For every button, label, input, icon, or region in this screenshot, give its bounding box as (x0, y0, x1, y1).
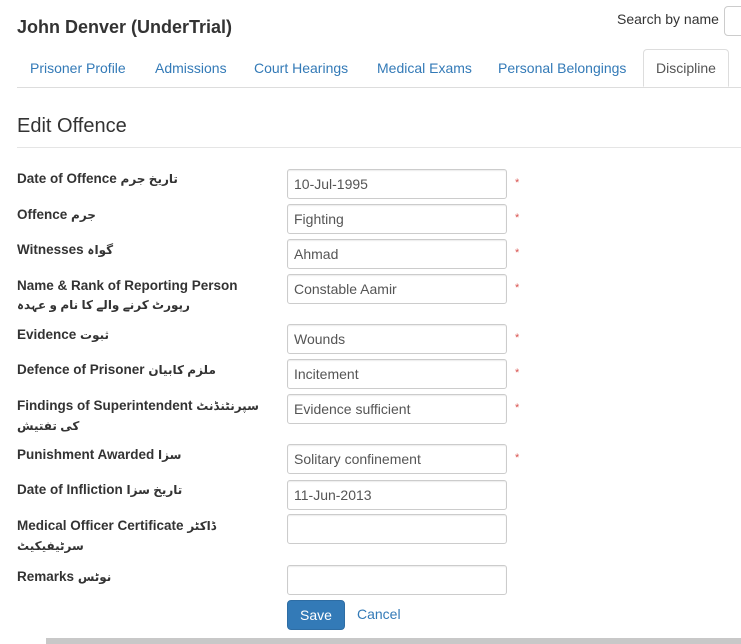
witnesses-field[interactable]: Ahmad (287, 239, 507, 269)
required-marker: * (515, 212, 520, 224)
search-label: Search by name (617, 11, 719, 27)
tab-prisoner-profile[interactable]: Prisoner Profile (17, 49, 139, 87)
label-defence-of-prisoner: Defence of Prisoner ملزم کابیان (17, 362, 216, 377)
label-punishment: Punishment Awarded سزا (17, 447, 182, 462)
label-date-of-offence: Date of Offence تاریخ جرم (17, 171, 178, 186)
label-witnesses: Witnesses گواہ (17, 242, 114, 257)
page-title: John Denver (UnderTrial) (17, 17, 233, 37)
required-marker: * (515, 367, 520, 379)
form-title: Edit Offence (17, 115, 127, 137)
reporting-person-field[interactable]: Constable Aamir (287, 274, 507, 304)
label-reporting-person: Name & Rank of Reporting Person رپورٹ کرن… (17, 278, 238, 312)
required-marker: * (515, 282, 520, 294)
required-marker: * (515, 247, 520, 259)
cancel-link[interactable]: Cancel (357, 606, 401, 622)
horizontal-scrollbar[interactable] (46, 638, 741, 644)
label-date-of-infliction: Date of Infliction تاریخ سزا (17, 482, 183, 497)
required-marker: * (515, 402, 520, 414)
offence-field[interactable]: Fighting (287, 204, 507, 234)
tab-medical-exams[interactable]: Medical Exams (364, 49, 485, 87)
tab-admissions[interactable]: Admissions (142, 49, 240, 87)
findings-field[interactable]: Evidence sufficient (287, 394, 507, 424)
tab-bar: Prisoner Profile Admissions Court Hearin… (17, 49, 741, 88)
tab-court-hearings[interactable]: Court Hearings (241, 49, 361, 87)
remarks-field[interactable] (287, 565, 507, 595)
date-of-offence-field[interactable]: 10-Jul-1995 (287, 169, 507, 199)
medical-certificate-field[interactable] (287, 514, 507, 544)
defence-field[interactable]: Incitement (287, 359, 507, 389)
label-offence: Offence جرم (17, 207, 96, 222)
label-remarks: Remarks نوٹس (17, 569, 112, 584)
tab-personal-belongings[interactable]: Personal Belongings (485, 49, 639, 87)
label-findings: Findings of Superintendent سپرنٹنڈنٹ کی … (17, 398, 259, 433)
label-evidence: Evidence ثبوت (17, 327, 110, 342)
label-medical-certificate: Medical Officer Certificate ڈاکٹر سرٹیفی… (17, 518, 217, 553)
evidence-field[interactable]: Wounds (287, 324, 507, 354)
required-marker: * (515, 177, 520, 189)
required-marker: * (515, 332, 520, 344)
tab-discipline[interactable]: Discipline (643, 49, 729, 87)
date-of-infliction-field[interactable]: 11-Jun-2013 (287, 480, 507, 510)
save-button[interactable]: Save (287, 600, 345, 630)
punishment-field[interactable]: Solitary confinement (287, 444, 507, 474)
divider (17, 147, 741, 148)
search-input[interactable] (724, 6, 741, 36)
required-marker: * (515, 452, 520, 464)
